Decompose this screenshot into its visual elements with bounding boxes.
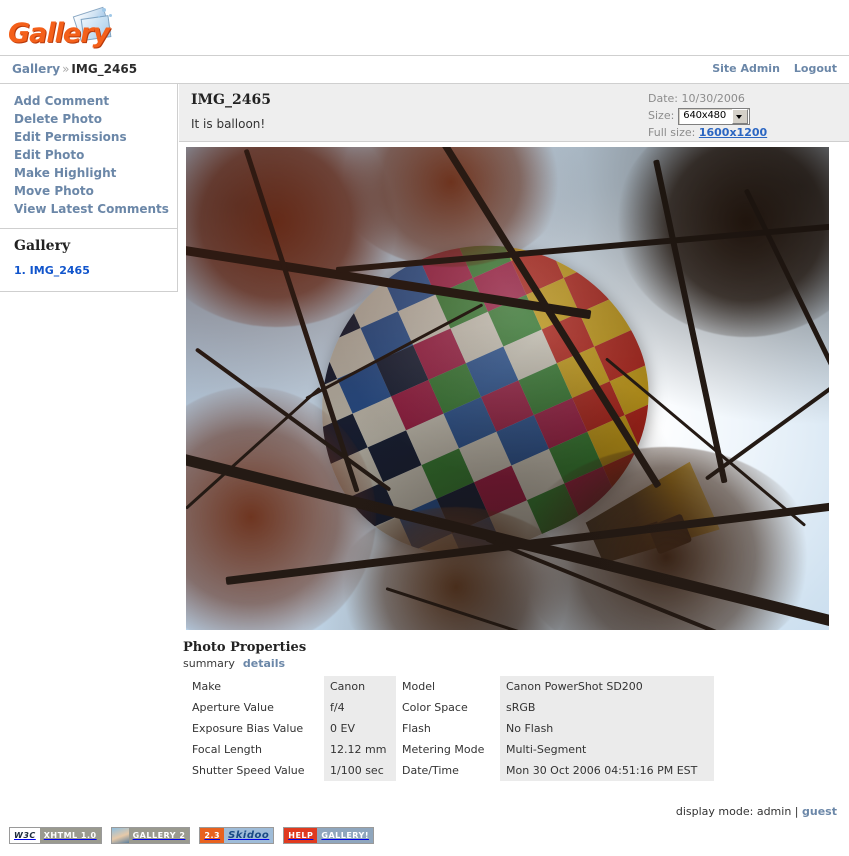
exif-value: sRGB [500, 697, 714, 718]
exif-table: Make Canon Model Canon PowerShot SD200 A… [186, 676, 714, 781]
table-row: Shutter Speed Value 1/100 sec Date/Time … [186, 760, 714, 781]
badge-label: Skidoo [224, 828, 274, 843]
exif-value: 1/100 sec [324, 760, 396, 781]
tab-details[interactable]: details [243, 657, 285, 670]
breadcrumb: Gallery» IMG_2465 [12, 62, 137, 76]
sidebar-item-edit-photo[interactable]: Edit Photo [14, 146, 177, 164]
breadcrumb-current: IMG_2465 [71, 62, 138, 76]
exif-key: Exposure Bias Value [186, 718, 324, 739]
sidebar-actions: Add Comment Delete Photo Edit Permission… [0, 84, 178, 229]
top-navigation: Site Admin Logout [698, 62, 837, 75]
sparkle-icon [109, 14, 112, 17]
exif-key: Metering Mode [396, 739, 500, 760]
date-label: Date: [648, 92, 678, 105]
sidebar-item-add-comment[interactable]: Add Comment [14, 92, 177, 110]
logo-wordmark: Gallery [8, 18, 110, 49]
exif-value: Canon [324, 676, 396, 697]
breadcrumb-separator: » [62, 62, 70, 76]
version-icon: 2.3 [200, 828, 225, 843]
exif-key: Focal Length [186, 739, 324, 760]
exif-value: Canon PowerShot SD200 [500, 676, 714, 697]
badge-label: XHTML 1.0 [39, 828, 101, 843]
photo-properties: Photo Properties summary details Make Can… [179, 630, 849, 781]
fullsize-link[interactable]: 1600x1200 [699, 126, 767, 139]
exif-value: No Flash [500, 718, 714, 739]
size-select-value: 640x480 [683, 110, 726, 121]
breadcrumb-bar: Gallery» IMG_2465 Site Admin Logout [0, 56, 849, 84]
display-mode: display mode: admin | guest [676, 805, 837, 818]
album-title: Gallery [14, 238, 71, 254]
exif-key: Color Space [396, 697, 500, 718]
footer-badges: W3C XHTML 1.0 GALLERY 2 2.3 Skidoo HELP … [9, 827, 374, 844]
size-label: Size: [648, 109, 675, 122]
badge-gallery2[interactable]: GALLERY 2 [110, 827, 191, 844]
sidebar-item-view-latest-comments[interactable]: View Latest Comments [14, 200, 177, 218]
gallery-logo[interactable]: Gallery [6, 4, 116, 52]
sidebar-album-block: Gallery 1. IMG_2465 [0, 229, 178, 292]
date-value: 10/30/2006 [681, 92, 745, 105]
display-mode-label: display mode: [675, 805, 754, 818]
exif-key: Aperture Value [186, 697, 324, 718]
table-row: Exposure Bias Value 0 EV Flash No Flash [186, 718, 714, 739]
meta-size-row: Size: 640x480 [648, 107, 838, 125]
gallery-photo-icon [111, 828, 129, 843]
site-admin-link[interactable]: Site Admin [712, 62, 780, 75]
properties-tabs: summary details [183, 657, 849, 670]
sidebar-item-edit-permissions[interactable]: Edit Permissions [14, 128, 177, 146]
display-mode-separator: | [794, 805, 799, 818]
exif-value: Mon 30 Oct 2006 04:51:16 PM EST [500, 760, 714, 781]
exif-value: 0 EV [324, 718, 396, 739]
sidebar: Add Comment Delete Photo Edit Permission… [0, 84, 178, 292]
tab-summary[interactable]: summary [183, 657, 235, 670]
badge-label: GALLERY 2 [128, 828, 190, 843]
item-description: It is balloon! [191, 117, 266, 131]
fullsize-label: Full size: [648, 126, 696, 139]
badge-help-gallery[interactable]: HELP GALLERY! [283, 827, 374, 844]
photo-vignette [186, 147, 829, 630]
sidebar-item-make-highlight[interactable]: Make Highlight [14, 164, 177, 182]
exif-value: 12.12 mm [324, 739, 396, 760]
w3c-icon: W3C [10, 828, 40, 843]
display-mode-guest-link[interactable]: guest [802, 805, 837, 818]
table-row: Aperture Value f/4 Color Space sRGB [186, 697, 714, 718]
badge-label: GALLERY! [317, 828, 373, 843]
badge-xhtml-validator[interactable]: W3C XHTML 1.0 [9, 827, 102, 844]
exif-value: f/4 [324, 697, 396, 718]
help-icon: HELP [284, 828, 318, 843]
item-meta: Date: 10/30/2006 Size: 640x480 Full size… [648, 91, 838, 141]
exif-key: Date/Time [396, 760, 500, 781]
breadcrumb-root[interactable]: Gallery [12, 62, 60, 76]
sidebar-item-delete-photo[interactable]: Delete Photo [14, 110, 177, 128]
chevron-down-icon[interactable] [732, 108, 748, 124]
properties-title: Photo Properties [183, 640, 307, 655]
item-header: IMG_2465 It is balloon! Date: 10/30/2006… [179, 84, 849, 142]
sidebar-item-move-photo[interactable]: Move Photo [14, 182, 177, 200]
exif-key: Shutter Speed Value [186, 760, 324, 781]
meta-date-row: Date: 10/30/2006 [648, 91, 838, 107]
badge-skidoo-theme[interactable]: 2.3 Skidoo [199, 827, 275, 844]
page-title: IMG_2465 [191, 92, 271, 108]
photo-image[interactable] [186, 147, 829, 630]
display-mode-current: admin [756, 805, 792, 818]
exif-key: Model [396, 676, 500, 697]
size-select[interactable]: 640x480 [678, 107, 750, 125]
table-row: Focal Length 12.12 mm Metering Mode Mult… [186, 739, 714, 760]
exif-key: Make [186, 676, 324, 697]
album-item-img-2465[interactable]: 1. IMG_2465 [14, 264, 90, 277]
site-header: Gallery [0, 0, 849, 56]
sparkle-icon [102, 8, 106, 12]
photo-container [179, 142, 849, 630]
main-content: IMG_2465 It is balloon! Date: 10/30/2006… [179, 84, 849, 781]
meta-fullsize-row: Full size: 1600x1200 [648, 125, 838, 141]
logout-link[interactable]: Logout [794, 62, 837, 75]
exif-value: Multi-Segment [500, 739, 714, 760]
table-row: Make Canon Model Canon PowerShot SD200 [186, 676, 714, 697]
exif-key: Flash [396, 718, 500, 739]
